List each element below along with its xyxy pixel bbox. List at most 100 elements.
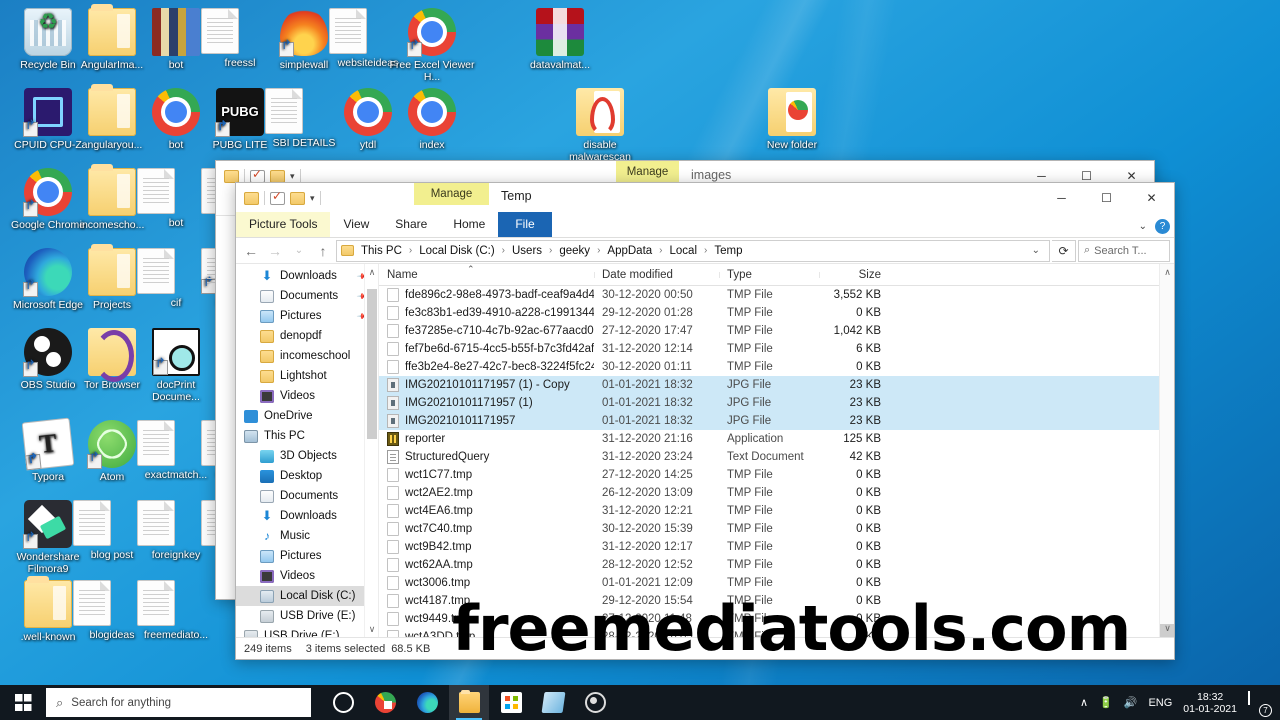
taskbar-app-book[interactable] — [533, 685, 573, 720]
language-indicator[interactable]: ENG — [1148, 697, 1172, 709]
table-row[interactable]: fef7be6d-6715-4cc5-b55f-b7c3fd42afcd...3… — [379, 340, 1174, 358]
help-icon[interactable]: ? — [1155, 219, 1170, 234]
nav-item-usb-drive-e[interactable]: USB Drive (E:) — [236, 626, 378, 637]
clock[interactable]: 18:32 01-01-2021 — [1183, 691, 1237, 715]
new-folder-icon[interactable] — [270, 170, 285, 183]
taskbar-app-explorer[interactable] — [449, 685, 489, 720]
nav-item-local-disk-c[interactable]: Local Disk (C:) — [236, 586, 378, 606]
navigation-pane[interactable]: ⬇Downloads📌Documents📌Pictures📌denopdfinc… — [236, 264, 379, 637]
list-scroll-up-icon[interactable]: ∧ — [1160, 264, 1174, 281]
nav-item-this-pc[interactable]: This PC — [236, 426, 378, 446]
column-headers[interactable]: Name⌃Date modifiedTypeSize — [379, 264, 1174, 286]
nav-item-3d-objects[interactable]: 3D Objects — [236, 446, 378, 466]
explorer-window-temp[interactable]: ▾ Manage Temp ─ ☐ ✕ Picture ToolsViewSha… — [235, 182, 1175, 660]
desktop-icon-disable-malwarescan[interactable]: disable malwarescan — [556, 88, 644, 163]
taskbar-apps[interactable] — [323, 685, 615, 720]
refresh-button[interactable]: ⟳ — [1052, 240, 1076, 262]
file-name-cell[interactable]: ffe3b2e4-8e27-42c7-bec8-3224f5fc24b2... — [379, 360, 594, 374]
back-contextual-tab-manage[interactable]: Manage — [616, 161, 679, 183]
contextual-tab-manage[interactable]: Manage — [414, 183, 489, 205]
maximize-button[interactable]: ☐ — [1084, 183, 1129, 213]
start-button[interactable] — [0, 685, 46, 720]
table-row[interactable]: fde896c2-98e8-4973-badf-ceaf9a4d4e75...3… — [379, 286, 1174, 304]
close-button[interactable]: ✕ — [1129, 183, 1174, 213]
ribbon-right-controls[interactable]: ⌄ ? — [1139, 219, 1170, 234]
nav-item-usb-drive-e[interactable]: USB Drive (E:) — [236, 606, 378, 626]
file-name-cell[interactable]: wct1C77.tmp — [379, 468, 594, 482]
table-row[interactable]: IMG20210101171957 (1)01-01-2021 18:32JPG… — [379, 394, 1174, 412]
ribbon-tab-picture-tools[interactable]: Picture Tools — [236, 212, 330, 237]
file-name-cell[interactable]: wct62AA.tmp — [379, 558, 594, 572]
ribbon-tab-file[interactable]: File — [498, 212, 551, 237]
battery-icon[interactable]: 🔋 — [1099, 696, 1113, 709]
chevron-up-icon[interactable]: ∧ — [1080, 696, 1088, 709]
nav-item-music[interactable]: ♪Music — [236, 526, 378, 546]
breadcrumb-item-local[interactable]: Local — [668, 245, 700, 257]
nav-item-videos[interactable]: Videos — [236, 566, 378, 586]
up-button[interactable]: ↑ — [312, 240, 334, 262]
table-row[interactable]: fe3c83b1-ed39-4910-a228-c19913440fe...29… — [379, 304, 1174, 322]
table-row[interactable]: wct62AA.tmp28-12-2020 12:52TMP File0 KB — [379, 556, 1174, 574]
file-name-cell[interactable]: fe3c83b1-ed39-4910-a228-c19913440fe... — [379, 306, 594, 320]
recent-locations-button[interactable]: ⌄ — [288, 240, 310, 262]
file-name-cell[interactable]: IMG20210101171957 — [379, 414, 594, 428]
forward-button[interactable]: → — [264, 240, 286, 262]
file-name-cell[interactable]: wct4EA6.tmp — [379, 504, 594, 518]
nav-item-downloads[interactable]: ⬇Downloads📌 — [236, 266, 378, 286]
chevron-down-icon[interactable]: ▾ — [310, 193, 315, 204]
desktop-icon-new-folder[interactable]: New folder — [748, 88, 836, 152]
table-row[interactable]: wct1C77.tmp27-12-2020 14:25TMP File0 KB — [379, 466, 1174, 484]
table-row[interactable]: IMG2021010117195701-01-2021 18:32JPG Fil… — [379, 412, 1174, 430]
breadcrumb[interactable]: This PC›Local Disk (C:)›Users›geeky›AppD… — [336, 240, 1050, 262]
nav-scrollbar[interactable]: ∧ ∨ — [364, 264, 378, 637]
nav-item-downloads[interactable]: ⬇Downloads — [236, 506, 378, 526]
nav-item-pictures[interactable]: Pictures📌 — [236, 306, 378, 326]
window-titlebar[interactable]: ▾ Manage Temp ─ ☐ ✕ — [236, 183, 1174, 213]
nav-item-denopdf[interactable]: denopdf — [236, 326, 378, 346]
nav-item-videos[interactable]: Videos — [236, 386, 378, 406]
file-name-cell[interactable]: fef7be6d-6715-4cc5-b55f-b7c3fd42afcd... — [379, 342, 594, 356]
desktop-icon-freemediato[interactable]: freemediato... — [132, 580, 220, 642]
file-list[interactable]: Name⌃Date modifiedTypeSize fde896c2-98e8… — [379, 264, 1174, 637]
search-box[interactable]: ⌕ Search T... — [1078, 240, 1170, 262]
file-name-cell[interactable]: IMG20210101171957 (1) - Copy — [379, 378, 594, 392]
file-name-cell[interactable]: reporter — [379, 432, 594, 446]
table-row[interactable]: StructuredQuery31-12-2020 23:24Text Docu… — [379, 448, 1174, 466]
nav-item-documents[interactable]: Documents📌 — [236, 286, 378, 306]
column-header-size[interactable]: Size — [819, 269, 891, 281]
nav-scroll-thumb[interactable] — [367, 289, 377, 439]
table-row[interactable]: wct2AE2.tmp26-12-2020 13:09TMP File0 KB — [379, 484, 1174, 502]
file-rows[interactable]: fde896c2-98e8-4973-badf-ceaf9a4d4e75...3… — [379, 286, 1174, 637]
desktop-icon-datavalmat[interactable]: datavalmat... — [516, 8, 604, 72]
desktop-icon-free-excel-viewer-h[interactable]: Free Excel Viewer H... — [388, 8, 476, 83]
column-header-date-modified[interactable]: Date modified — [594, 269, 719, 281]
nav-scroll-up-icon[interactable]: ∧ — [365, 264, 379, 280]
nav-item-documents[interactable]: Documents — [236, 486, 378, 506]
taskbar-app-store[interactable] — [491, 685, 531, 720]
table-row[interactable]: wct9B42.tmp31-12-2020 12:17TMP File0 KB — [379, 538, 1174, 556]
nav-item-lightshot[interactable]: Lightshot — [236, 366, 378, 386]
chevron-down-icon[interactable]: ⌄ — [1139, 221, 1147, 232]
taskbar-search-input[interactable]: ⌕ Search for anything — [46, 688, 311, 717]
file-name-cell[interactable]: StructuredQuery — [379, 450, 594, 464]
taskbar-app-obs[interactable] — [575, 685, 615, 720]
properties-icon[interactable] — [250, 170, 265, 183]
file-name-cell[interactable]: wct3006.tmp — [379, 576, 594, 590]
ribbon-tab-share[interactable]: Share — [382, 212, 440, 237]
table-row[interactable]: ffe3b2e4-8e27-42c7-bec8-3224f5fc24b2...3… — [379, 358, 1174, 376]
breadcrumb-item-geeky[interactable]: geeky — [557, 245, 592, 257]
taskbar-app-chrome[interactable] — [365, 685, 405, 720]
nav-item-incomeschool[interactable]: incomeschool — [236, 346, 378, 366]
ribbon-tab-home[interactable]: Home — [440, 212, 498, 237]
file-name-cell[interactable]: IMG20210101171957 (1) — [379, 396, 594, 410]
table-row[interactable]: wct3006.tmp01-01-2021 12:09TMP File0 KB — [379, 574, 1174, 592]
column-header-name[interactable]: Name⌃ — [379, 269, 594, 281]
breadcrumb-item-this-pc[interactable]: This PC — [359, 245, 404, 257]
properties-icon[interactable] — [270, 192, 285, 205]
table-row[interactable]: IMG20210101171957 (1) - Copy01-01-2021 1… — [379, 376, 1174, 394]
file-name-cell[interactable]: fde896c2-98e8-4973-badf-ceaf9a4d4e75... — [379, 288, 594, 302]
new-folder-icon[interactable] — [290, 192, 305, 205]
notification-center-button[interactable]: 7 — [1248, 692, 1270, 714]
address-bar[interactable]: ← → ⌄ ↑ This PC›Local Disk (C:)›Users›ge… — [236, 238, 1174, 264]
breadcrumb-item-users[interactable]: Users — [510, 245, 544, 257]
